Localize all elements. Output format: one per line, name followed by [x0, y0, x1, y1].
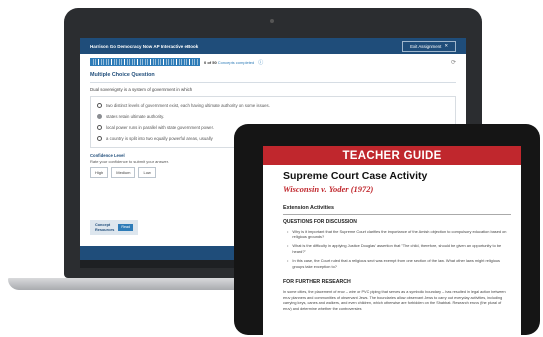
section-title: Multiple Choice Question [90, 72, 155, 78]
concept-label-line1: Concept [95, 223, 111, 227]
option-text: local power runs in parallel with state … [106, 124, 214, 130]
list-item: • In this case, the Court ruled that a re… [263, 254, 521, 269]
tablet-screen: TEACHER GUIDE Supreme Court Case Activit… [263, 146, 521, 335]
close-icon: ✕ [444, 43, 448, 48]
list-item: • What is the difficulty in applying Just… [263, 239, 521, 254]
progress-count: 0 of 50 [204, 59, 217, 65]
question-item: In this case, the Court ruled that a rel… [292, 258, 500, 269]
teacher-guide-banner: TEACHER GUIDE [263, 146, 521, 165]
list-item: • Why is it important that the Supreme Co… [263, 225, 521, 240]
option-text: a country is split into two equally powe… [106, 135, 213, 141]
further-research-text: In some cities, the placement of eruv – … [283, 290, 506, 311]
exit-assignment-button[interactable]: Exit Assignment ✕ [402, 40, 456, 52]
webcam-icon [270, 19, 274, 23]
concept-resources-label: Concept Resources [95, 223, 114, 232]
confidence-low-button[interactable]: Low [138, 166, 156, 178]
concept-resources-button[interactable]: Concept Resources Read [90, 220, 139, 235]
progress-text: 0 of 50 Concepts completed [204, 60, 254, 65]
radio-button[interactable] [97, 135, 102, 141]
progress-row: 0 of 50 Concepts completed ⓘ ⟳ [80, 54, 466, 66]
confidence-high-button[interactable]: High [90, 166, 109, 178]
question-item: What is the difficulty in applying Justi… [292, 243, 502, 254]
radio-button[interactable] [97, 124, 102, 130]
refresh-icon[interactable]: ⟳ [451, 59, 456, 66]
concepts-progress-bar [90, 58, 200, 66]
radio-button-selected[interactable] [97, 113, 102, 119]
ebook-title: Harrison Go Democracy Now AP Interactive… [90, 43, 199, 49]
case-name: Wisconsin v. Yoder (1972) [283, 184, 374, 194]
read-badge[interactable]: Read [118, 224, 134, 231]
answer-option[interactable]: two distinct levels of government exist,… [97, 100, 449, 111]
ebook-header: Harrison Go Democracy Now AP Interactive… [80, 38, 466, 54]
radio-button[interactable] [97, 102, 102, 108]
bullet-icon: • [287, 243, 289, 249]
answer-option[interactable]: states retain ultimate authority. [97, 111, 449, 122]
document-title: Supreme Court Case Activity [283, 170, 428, 182]
option-text: states retain ultimate authority. [106, 113, 165, 119]
confidence-medium-button[interactable]: Medium [111, 166, 136, 178]
question-text: Dual sovereignty is a system of governme… [90, 86, 193, 92]
questions-heading: QUESTIONS FOR DISCUSSION [283, 218, 357, 225]
progress-label: Concepts completed [216, 59, 255, 65]
info-icon[interactable]: ⓘ [258, 59, 263, 66]
bullet-icon: • [287, 258, 289, 264]
bullet-icon: • [287, 228, 289, 234]
option-text: two distinct levels of government exist,… [106, 102, 270, 108]
exit-assignment-label: Exit Assignment [410, 43, 442, 49]
concept-label-line2: Resources [95, 227, 115, 232]
question-item: Why is it important that the Supreme Cou… [292, 228, 507, 239]
section-heading: Extension Activities [283, 205, 335, 211]
further-research-heading: FOR FURTHER RESEARCH [283, 279, 351, 286]
